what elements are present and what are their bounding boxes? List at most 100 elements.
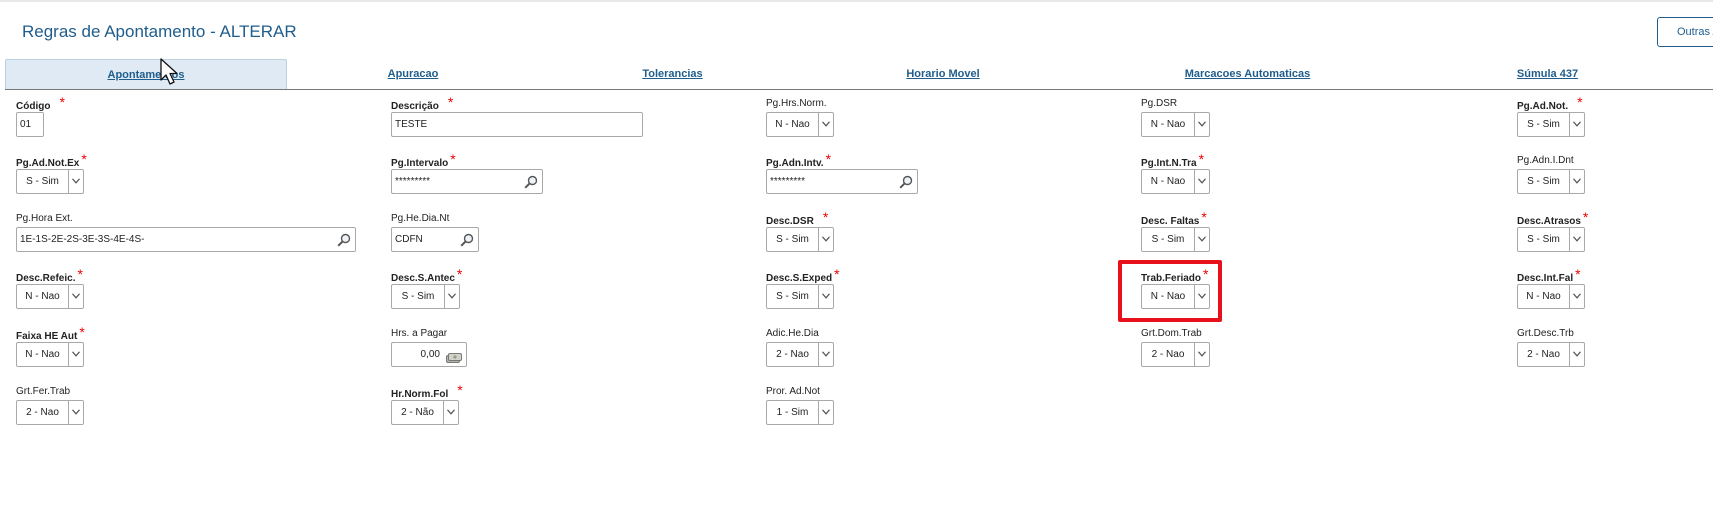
desc-int-fal-select[interactable]: N - Nao xyxy=(1517,284,1585,309)
pg-hrs-norm-select[interactable]: N - Nao xyxy=(766,112,834,137)
pg-hora-ext-input[interactable]: 1E-1S-2E-2S-3E-3S-4E-4S- xyxy=(16,227,356,252)
chevron-down-icon xyxy=(818,285,833,308)
desc-s-exped-label: Desc.S.Exped xyxy=(766,273,833,284)
chevron-down-icon xyxy=(1194,343,1209,366)
field-pg-he-dia-nt: Pg.He.Dia.Nt CDFN xyxy=(391,213,479,252)
money-icon[interactable] xyxy=(446,350,462,366)
grt-desc-trb-label: Grt.Desc.Trb xyxy=(1517,328,1574,339)
desc-refeic-select[interactable]: N - Nao xyxy=(16,284,84,309)
field-faixa-he-aut: Faixa HE Aut * N - Nao xyxy=(16,325,85,367)
grt-desc-trb-value: 2 - Nao xyxy=(1527,349,1560,360)
chevron-down-icon xyxy=(1569,170,1584,193)
codigo-input[interactable]: 01 xyxy=(16,112,44,137)
desc-dsr-select[interactable]: S - Sim xyxy=(766,227,834,252)
field-desc-int-fal: Desc.Int.Fal * N - Nao xyxy=(1517,267,1585,309)
descricao-label: Descrição xyxy=(391,101,439,112)
hrs-a-pagar-value: 0,00 xyxy=(420,349,440,360)
magnifier-icon[interactable] xyxy=(337,233,351,251)
chevron-down-icon xyxy=(1569,228,1584,251)
tab-marcacoes-automaticas[interactable]: Marcacoes Automaticas xyxy=(1170,59,1325,89)
tab-apuracao[interactable]: Apuracao xyxy=(363,59,463,89)
pg-dsr-select[interactable]: N - Nao xyxy=(1141,112,1210,137)
desc-int-fal-value: N - Nao xyxy=(1526,291,1561,302)
pror-ad-not-value: 1 - Sim xyxy=(776,407,809,418)
tab-tolerancias[interactable]: Tolerancias xyxy=(620,59,725,89)
pg-he-dia-nt-value: CDFN xyxy=(395,234,423,245)
chevron-down-icon xyxy=(444,285,459,308)
grt-fer-trab-select[interactable]: 2 - Nao xyxy=(16,400,84,425)
chevron-down-icon xyxy=(68,343,83,366)
chevron-down-icon xyxy=(443,401,458,424)
pg-intervalo-value: ********* xyxy=(395,176,431,187)
required-star: * xyxy=(825,151,832,167)
desc-faltas-select[interactable]: S - Sim xyxy=(1141,227,1210,252)
pg-hora-ext-value: 1E-1S-2E-2S-3E-3S-4E-4S- xyxy=(20,234,145,245)
field-pror-ad-not: Pror. Ad.Not 1 - Sim xyxy=(766,386,834,425)
pg-dsr-label: Pg.DSR xyxy=(1141,98,1178,109)
grt-dom-trab-select[interactable]: 2 - Nao xyxy=(1141,342,1210,367)
chevron-down-icon xyxy=(68,401,83,424)
adic-he-dia-label: Adic.He.Dia xyxy=(766,328,819,339)
field-pg-ad-not-ex: Pg.Ad.Not.Ex * S - Sim xyxy=(16,152,87,194)
required-star: * xyxy=(77,266,83,282)
pg-he-dia-nt-input[interactable]: CDFN xyxy=(391,227,479,252)
required-star: * xyxy=(834,266,840,282)
pror-ad-not-select[interactable]: 1 - Sim xyxy=(766,400,834,425)
desc-s-exped-select[interactable]: S - Sim xyxy=(766,284,834,309)
pg-int-n-tra-select[interactable]: N - Nao xyxy=(1141,169,1210,194)
pg-adn-i-dnt-value: S - Sim xyxy=(1527,176,1560,187)
hrs-a-pagar-input[interactable]: 0,00 xyxy=(391,342,467,367)
pg-ad-not-select[interactable]: S - Sim xyxy=(1517,112,1585,137)
field-pg-adn-i-dnt: Pg.Adn.I.Dnt S - Sim xyxy=(1517,155,1585,194)
tab-bar: Apontamentos Apuracao Tolerancias Horari… xyxy=(0,58,1713,90)
pg-adn-intv-input[interactable]: ********* xyxy=(766,169,918,194)
pg-he-dia-nt-label: Pg.He.Dia.Nt xyxy=(391,213,450,224)
tab-apontamentos[interactable]: Apontamentos xyxy=(5,59,287,89)
magnifier-icon[interactable] xyxy=(524,175,538,193)
pg-ad-not-ex-label: Pg.Ad.Not.Ex xyxy=(16,158,80,169)
field-grt-desc-trb: Grt.Desc.Trb 2 - Nao xyxy=(1517,328,1585,367)
field-pg-hrs-norm: Pg.Hrs.Norm. N - Nao xyxy=(766,98,834,137)
hr-norm-fol-select[interactable]: 2 - Não xyxy=(391,400,459,425)
desc-s-antec-label: Desc.S.Antec xyxy=(391,273,455,284)
pror-ad-not-label: Pror. Ad.Not xyxy=(766,386,820,397)
adic-he-dia-select[interactable]: 2 - Nao xyxy=(766,342,834,367)
desc-s-exped-value: S - Sim xyxy=(776,291,809,302)
pg-hrs-norm-value: N - Nao xyxy=(775,119,810,130)
pg-intervalo-label: Pg.Intervalo xyxy=(391,158,449,169)
grt-fer-trab-value: 2 - Nao xyxy=(26,407,59,418)
desc-atrasos-select[interactable]: S - Sim xyxy=(1517,227,1585,252)
desc-refeic-value: N - Nao xyxy=(25,291,60,302)
required-star: * xyxy=(79,324,85,340)
field-desc-s-exped: Desc.S.Exped * S - Sim xyxy=(766,267,840,309)
other-actions-button[interactable]: Outras A xyxy=(1657,17,1713,47)
chevron-down-icon xyxy=(68,285,83,308)
pg-adn-intv-value: ********* xyxy=(770,176,806,187)
pg-intervalo-input[interactable]: ********* xyxy=(391,169,543,194)
field-descricao: Descrição * TESTE xyxy=(391,95,643,137)
required-star: * xyxy=(450,151,456,167)
descricao-input[interactable]: TESTE xyxy=(391,112,643,137)
pg-hrs-norm-label: Pg.Hrs.Norm. xyxy=(766,98,827,109)
grt-dom-trab-label: Grt.Dom.Trab xyxy=(1141,328,1202,339)
field-pg-ad-not: Pg.Ad.Not. * S - Sim xyxy=(1517,95,1585,137)
desc-dsr-label: Desc.DSR xyxy=(766,216,814,227)
hr-norm-fol-label: Hr.Norm.Fol xyxy=(391,389,449,400)
magnifier-icon[interactable] xyxy=(899,175,913,193)
required-star: * xyxy=(447,94,454,110)
pg-adn-i-dnt-select[interactable]: S - Sim xyxy=(1517,169,1585,194)
tab-sumula-437[interactable]: Súmula 437 xyxy=(1500,59,1595,89)
field-pg-dsr: Pg.DSR N - Nao xyxy=(1141,98,1210,137)
desc-dsr-value: S - Sim xyxy=(776,234,809,245)
chevron-down-icon xyxy=(1194,228,1209,251)
required-star: * xyxy=(81,151,87,167)
desc-atrasos-label: Desc.Atrasos xyxy=(1517,216,1581,227)
field-pg-int-n-tra: Pg.Int.N.Tra * N - Nao xyxy=(1141,152,1210,194)
magnifier-icon[interactable] xyxy=(460,233,474,251)
faixa-he-aut-select[interactable]: N - Nao xyxy=(16,342,84,367)
desc-s-antec-select[interactable]: S - Sim xyxy=(391,284,460,309)
grt-desc-trb-select[interactable]: 2 - Nao xyxy=(1517,342,1585,367)
pg-ad-not-ex-select[interactable]: S - Sim xyxy=(16,169,84,194)
tab-horario-movel[interactable]: Horario Movel xyxy=(888,59,998,89)
required-star: * xyxy=(822,209,829,225)
